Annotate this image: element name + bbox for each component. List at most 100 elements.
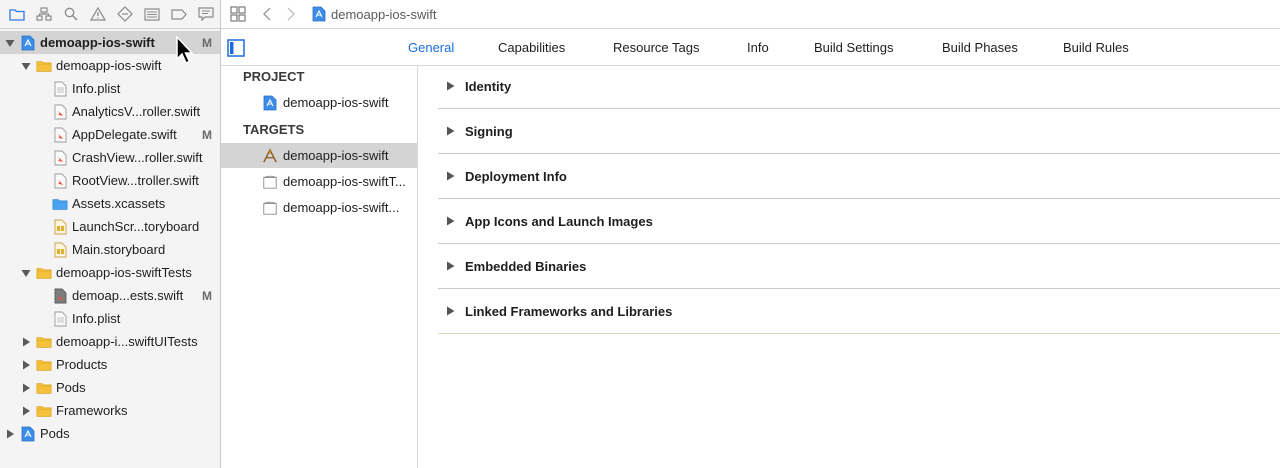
tab-build-phases[interactable]: Build Phases: [942, 40, 1018, 55]
breakpoint-icon[interactable]: [165, 3, 192, 25]
tree-item-label: Pods: [40, 426, 70, 441]
tree-item-label: Assets.xcassets: [72, 196, 166, 211]
tree-item-label: CrashView...roller.swift: [72, 150, 203, 165]
disclosure-right-icon[interactable]: [4, 428, 16, 440]
tree-item-appdelegate-swift[interactable]: AppDelegate.swift M: [0, 123, 220, 146]
search-icon[interactable]: [57, 3, 84, 25]
back-chevron-icon[interactable]: [255, 3, 279, 25]
tab-info[interactable]: Info: [747, 40, 769, 55]
tree-item-label: Info.plist: [72, 311, 121, 326]
folder-icon[interactable]: [3, 3, 30, 25]
disclosure-right-icon[interactable]: [444, 125, 456, 137]
section-deployment-info[interactable]: Deployment Info: [438, 154, 1280, 199]
swift-file-icon: [52, 104, 68, 120]
tree-item-crashview-roller-swift[interactable]: CrashView...roller.swift: [0, 146, 220, 169]
tree-item-label: Frameworks: [56, 403, 128, 418]
tree-item-assets-xcassets[interactable]: Assets.xcassets: [0, 192, 220, 215]
tree-item-demoap-ests-swift[interactable]: demoap...ests.swift M: [0, 284, 220, 307]
forward-chevron-icon[interactable]: [279, 3, 303, 25]
disclosure-right-icon[interactable]: [444, 170, 456, 182]
disclosure-right-icon[interactable]: [20, 405, 32, 417]
tab-build-settings[interactable]: Build Settings: [814, 40, 894, 55]
tree-item-pods[interactable]: Pods: [0, 422, 220, 445]
storyboard-icon: [52, 219, 68, 235]
disclosure-right-icon[interactable]: [20, 382, 32, 394]
project-icon: [20, 35, 36, 51]
disclosure-down-icon[interactable]: [20, 267, 32, 279]
section-linked-frameworks-and-libraries[interactable]: Linked Frameworks and Libraries: [438, 289, 1280, 334]
mouse-cursor-icon: [176, 36, 194, 64]
tree-item-main-storyboard[interactable]: Main.storyboard: [0, 238, 220, 261]
tree-item-label: demoap...ests.swift: [72, 288, 184, 303]
modified-badge: M: [202, 35, 212, 50]
targets-section-header: TARGETS: [243, 122, 305, 137]
test-diamond-icon[interactable]: [111, 3, 138, 25]
tree-item-demoapp-ios-swifttests[interactable]: demoapp-ios-swiftTests: [0, 261, 220, 284]
tab-resource-tags[interactable]: Resource Tags: [613, 40, 699, 55]
navigator-toolbar: [0, 0, 220, 29]
folder-icon: [36, 265, 52, 281]
target-item-1[interactable]: demoapp-ios-swift: [221, 143, 417, 168]
project-item[interactable]: demoapp-ios-swift: [221, 90, 417, 115]
folder-icon: [36, 334, 52, 350]
project-targets-list: PROJECT demoapp-ios-swift TARGETS demoap…: [221, 66, 418, 468]
warning-icon[interactable]: [84, 3, 111, 25]
section-title: Linked Frameworks and Libraries: [465, 303, 673, 319]
disclosure-down-icon[interactable]: [4, 37, 16, 49]
disclosure-down-icon[interactable]: [20, 60, 32, 72]
section-identity[interactable]: Identity: [438, 64, 1280, 109]
app-target-icon: [262, 147, 278, 164]
tab-build-rules[interactable]: Build Rules: [1063, 40, 1129, 55]
section-title: App Icons and Launch Images: [465, 213, 653, 229]
tree-item-analyticsv-roller-swift[interactable]: AnalyticsV...roller.swift: [0, 100, 220, 123]
tree-item-frameworks[interactable]: Frameworks: [0, 399, 220, 422]
report-icon[interactable]: [192, 3, 219, 25]
project-item-label: demoapp-ios-swift: [283, 95, 389, 110]
tree-item-info-plist[interactable]: Info.plist: [0, 307, 220, 330]
swift-file-dark-icon: [52, 288, 68, 304]
project-navigator: demoapp-ios-swift Mdemoapp-ios-swift Info.…: [0, 0, 221, 468]
tree-item-products[interactable]: Products: [0, 353, 220, 376]
tree-item-label: demoapp-i...swiftUITests: [56, 334, 198, 349]
section-title: Signing: [465, 123, 513, 139]
sidebar-toggle-icon[interactable]: [227, 39, 245, 57]
tab-general[interactable]: General: [408, 40, 454, 55]
breadcrumb[interactable]: demoapp-ios-swift: [311, 6, 437, 22]
disclosure-right-icon[interactable]: [444, 215, 456, 227]
project-section-header: PROJECT: [243, 69, 305, 84]
editor-tab-bar: General Capabilities Resource Tags Info …: [221, 30, 1280, 66]
tree-item-pods[interactable]: Pods: [0, 376, 220, 399]
folder-icon: [36, 403, 52, 419]
debug-list-icon[interactable]: [138, 3, 165, 25]
related-items-grid-icon[interactable]: [221, 3, 255, 25]
disclosure-right-icon[interactable]: [20, 359, 32, 371]
section-embedded-binaries[interactable]: Embedded Binaries: [438, 244, 1280, 289]
test-bundle-icon: [262, 174, 278, 190]
test-bundle-icon: [262, 200, 278, 216]
storyboard-icon: [52, 242, 68, 258]
jump-bar: demoapp-ios-swift: [221, 0, 1280, 29]
section-signing[interactable]: Signing: [438, 109, 1280, 154]
disclosure-right-icon[interactable]: [444, 305, 456, 317]
target-item-3[interactable]: demoapp-ios-swift...: [221, 195, 417, 220]
tree-item-launchscr-toryboard[interactable]: LaunchScr...toryboard: [0, 215, 220, 238]
tree-item-label: demoapp-ios-swift: [40, 35, 155, 50]
tree-item-label: LaunchScr...toryboard: [72, 219, 200, 234]
breadcrumb-label: demoapp-ios-swift: [331, 6, 437, 22]
modified-badge: M: [202, 127, 212, 142]
tab-capabilities[interactable]: Capabilities: [498, 40, 565, 55]
target-item-2[interactable]: demoapp-ios-swiftT...: [221, 169, 417, 194]
disclosure-right-icon[interactable]: [444, 260, 456, 272]
hierarchy-icon[interactable]: [30, 3, 57, 25]
tree-item-demoapp-i-swiftuitests[interactable]: demoapp-i...swiftUITests: [0, 330, 220, 353]
disclosure-right-icon[interactable]: [444, 80, 456, 92]
plist-icon: [52, 311, 68, 327]
disclosure-right-icon[interactable]: [20, 336, 32, 348]
target-item-label: demoapp-ios-swiftT...: [283, 174, 406, 189]
swift-file-icon: [52, 127, 68, 143]
general-settings: Identity Signing Deployment Info App Icons …: [418, 66, 1280, 468]
tree-item-label: Info.plist: [72, 81, 121, 96]
tree-item-info-plist[interactable]: Info.plist: [0, 77, 220, 100]
section-app-icons-and-launch-images[interactable]: App Icons and Launch Images: [438, 199, 1280, 244]
tree-item-rootview-troller-swift[interactable]: RootView...troller.swift: [0, 169, 220, 192]
